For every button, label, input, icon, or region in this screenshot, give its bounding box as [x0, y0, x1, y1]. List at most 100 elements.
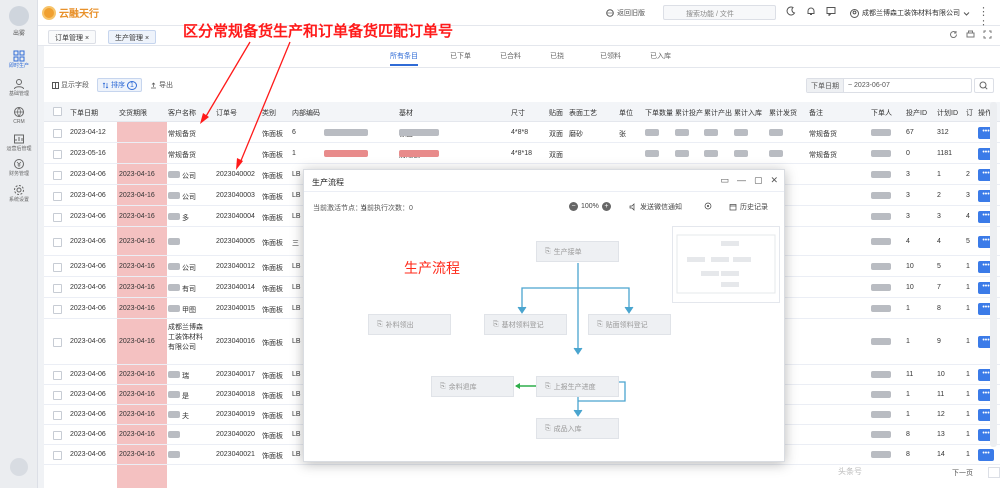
column-header[interactable]: 订: [966, 108, 973, 118]
redacted-value: [769, 129, 783, 136]
subtab-ordered[interactable]: 已下单: [450, 51, 471, 61]
subtab-stored[interactable]: 已入库: [650, 51, 671, 61]
column-header[interactable]: 下单数量: [645, 108, 673, 118]
row-checkbox[interactable]: [53, 150, 62, 159]
column-header[interactable]: 下单人: [871, 108, 892, 118]
column-header[interactable]: 投产ID: [906, 108, 927, 118]
row-checkbox[interactable]: [53, 263, 62, 272]
return-old-version-link[interactable]: 返回旧版: [606, 8, 645, 18]
column-header[interactable]: 贴面: [549, 108, 563, 118]
row-checkbox[interactable]: [53, 451, 62, 460]
globe-icon: [606, 9, 614, 17]
page-size-select[interactable]: [988, 467, 1000, 478]
tab-order-management[interactable]: 订单管理 ×: [48, 30, 97, 44]
row-checkbox[interactable]: [53, 129, 62, 138]
row-checkbox[interactable]: [53, 171, 62, 180]
row-checkbox[interactable]: [53, 284, 62, 293]
flow-node-finished-storage[interactable]: ⎘ 成品入库: [536, 418, 619, 439]
column-header[interactable]: 类别: [262, 108, 276, 118]
sort-button[interactable]: 排序 1: [97, 78, 142, 92]
user-menu[interactable]: 成都兰博森工装饰材料有限公司: [850, 8, 970, 18]
export-button[interactable]: 导出: [150, 80, 173, 90]
row-checkbox[interactable]: [53, 411, 62, 420]
column-header[interactable]: 基材: [399, 108, 413, 118]
tab-production-management[interactable]: 生产管理 ×: [108, 30, 157, 44]
row-action-button[interactable]: •••: [978, 449, 994, 461]
column-header[interactable]: 累计产出: [704, 108, 732, 118]
print-icon[interactable]: [966, 30, 975, 39]
fullscreen-icon[interactable]: [983, 30, 992, 39]
row-checkbox[interactable]: [53, 238, 62, 247]
column-header[interactable]: 客户名称: [168, 108, 196, 118]
flow-node-report-progress[interactable]: ⎘ 上报生产进度: [536, 376, 619, 397]
row-checkbox[interactable]: [53, 338, 62, 347]
column-header[interactable]: 尺寸: [511, 108, 525, 118]
refresh-icon[interactable]: [949, 30, 958, 39]
next-page-button[interactable]: 下一页: [952, 468, 973, 478]
column-header[interactable]: 交货期限: [119, 108, 147, 118]
date-filter-value[interactable]: ~ 2023-06-07: [844, 82, 971, 89]
flow-node-issue[interactable]: ⎘ 补料领出: [368, 314, 451, 335]
cell-plan: 14: [937, 451, 945, 458]
doc-icon: ⎘: [377, 320, 383, 328]
row-checkbox[interactable]: [53, 371, 62, 380]
search-input[interactable]: 搜索功能 / 文件: [663, 5, 776, 20]
column-header[interactable]: 内部编码: [292, 108, 320, 118]
sidebar-item-settings[interactable]: 系统设置: [0, 184, 38, 204]
help-icon[interactable]: [10, 458, 28, 476]
avatar[interactable]: [9, 6, 29, 26]
flow-node-surplus-return[interactable]: ⎘ 余料退库: [431, 376, 514, 397]
column-header[interactable]: 表面工艺: [569, 108, 597, 118]
column-header[interactable]: 累计投产: [675, 108, 703, 118]
sidebar-item-production[interactable]: 即时生产: [0, 50, 38, 70]
column-header[interactable]: 累计发货: [769, 108, 797, 118]
row-checkbox[interactable]: [53, 431, 62, 440]
close-icon[interactable]: ×: [85, 35, 89, 42]
cell-cat: 饰面板: [262, 340, 283, 347]
chat-icon[interactable]: [826, 6, 836, 16]
flow-node-film-material[interactable]: ⎘ 贴面领料登记: [588, 314, 671, 335]
sidebar-item-ops[interactable]: 运营后管理: [0, 133, 38, 153]
bell-icon[interactable]: [806, 6, 816, 16]
cell-code: 6: [292, 129, 296, 136]
table-row[interactable]: 2023-05-16常规备货饰面板1防潮板E04*8*18双面常规备货01181…: [44, 143, 1000, 164]
column-header[interactable]: 单位: [619, 108, 633, 118]
sidebar-item-crm[interactable]: CRM: [0, 106, 38, 126]
select-all-checkbox[interactable]: [53, 107, 62, 116]
row-checkbox[interactable]: [53, 305, 62, 314]
subtab-all[interactable]: 所有条目: [390, 51, 418, 66]
column-header[interactable]: 累计入库: [734, 108, 762, 118]
column-header[interactable]: 下单日期: [70, 108, 98, 118]
show-fields-button[interactable]: 显示字段: [52, 80, 89, 90]
column-header[interactable]: 备注: [809, 108, 823, 118]
cell-due: 2023-04-16: [119, 371, 155, 378]
flow-node-base-material[interactable]: ⎘ 基材领料登记: [484, 314, 567, 335]
filter-search-button[interactable]: [974, 78, 994, 93]
column-header[interactable]: 订单号: [216, 108, 237, 118]
date-filter[interactable]: 下单日期 ~ 2023-06-07: [806, 78, 972, 93]
cell-plan: 312: [937, 129, 949, 136]
row-checkbox[interactable]: [53, 192, 62, 201]
row-checkbox[interactable]: [53, 213, 62, 222]
flow-minimap[interactable]: [672, 226, 780, 303]
moon-icon[interactable]: [786, 6, 796, 16]
cell-customer: 公司: [182, 265, 196, 272]
cell-o: 4: [966, 213, 970, 220]
sidebar-item-basic[interactable]: 基础管理: [0, 78, 38, 98]
close-icon[interactable]: ×: [145, 35, 149, 42]
column-header[interactable]: 计划ID: [937, 108, 958, 118]
table-row[interactable]: 2023-04-12常规备货饰面板6橡面E14*8*8双面磨砂张常规备货6731…: [44, 122, 1000, 143]
cell-pid: 4: [906, 238, 910, 245]
subtab-merged[interactable]: 已合料: [500, 51, 521, 61]
row-checkbox[interactable]: [53, 391, 62, 400]
cell-plan: 11: [937, 391, 945, 398]
subtab-pressed[interactable]: 已挠: [550, 51, 564, 61]
cell-plan: 5: [937, 263, 941, 270]
flow-node-start[interactable]: ⎘ 生产接单: [536, 241, 619, 262]
sidebar-item-finance[interactable]: 财务管理: [0, 158, 38, 178]
company-name: 成都兰博森工装饰材料有限公司: [862, 10, 960, 17]
cell-code: LB: [292, 284, 301, 291]
subtab-picked[interactable]: 已领料: [600, 51, 621, 61]
vertical-scrollbar[interactable]: [990, 102, 997, 447]
cell-due: 2023-04-16: [119, 263, 155, 270]
